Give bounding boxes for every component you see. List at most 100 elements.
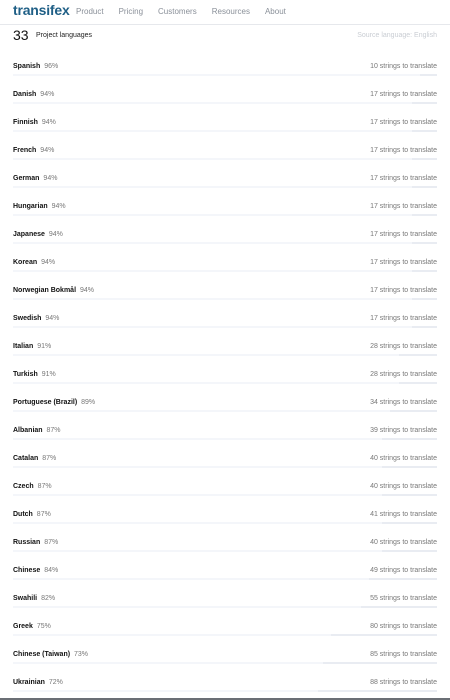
language-name[interactable]: Chinese	[13, 567, 40, 574]
language-name[interactable]: Hungarian	[13, 203, 48, 210]
strings-to-translate[interactable]: 10 strings to translate	[370, 63, 437, 70]
language-label: Ukrainian 72%	[13, 679, 63, 686]
language-label: Italian 91%	[13, 343, 51, 350]
language-percent: 72%	[48, 679, 63, 686]
strings-to-translate[interactable]: 39 strings to translate	[370, 427, 437, 434]
strings-to-translate[interactable]: 88 strings to translate	[370, 679, 437, 686]
language-name[interactable]: Japanese	[13, 231, 45, 238]
language-row[interactable]: Hungarian 94% 17 strings to translate	[0, 193, 450, 221]
language-name[interactable]: Portuguese (Brazil)	[13, 399, 77, 406]
strings-to-translate[interactable]: 17 strings to translate	[370, 203, 437, 210]
nav-link-product[interactable]: Product	[76, 7, 104, 16]
language-row[interactable]: Spanish 96% 10 strings to translate	[0, 53, 450, 81]
language-row[interactable]: Japanese 94% 17 strings to translate	[0, 221, 450, 249]
nav-link-about[interactable]: About	[265, 7, 286, 16]
language-name[interactable]: German	[13, 175, 39, 182]
strings-to-translate[interactable]: 17 strings to translate	[370, 259, 437, 266]
language-row[interactable]: Italian 91% 28 strings to translate	[0, 333, 450, 361]
language-name[interactable]: Finnish	[13, 119, 38, 126]
strings-to-translate[interactable]: 17 strings to translate	[370, 91, 437, 98]
transifex-logo[interactable]: transifex	[13, 2, 70, 18]
language-row[interactable]: German 94% 17 strings to translate	[0, 165, 450, 193]
language-count-label: Project languages	[36, 32, 93, 39]
nav-link-pricing[interactable]: Pricing	[119, 7, 143, 16]
strings-to-translate[interactable]: 40 strings to translate	[370, 455, 437, 462]
language-percent: 94%	[41, 119, 56, 126]
progress-bar	[13, 606, 437, 608]
progress-bar-fill	[13, 382, 399, 384]
language-name[interactable]: Albanian	[13, 427, 43, 434]
language-percent: 94%	[41, 259, 56, 266]
language-name[interactable]: Greek	[13, 623, 33, 630]
language-percent: 94%	[48, 231, 63, 238]
language-name[interactable]: Danish	[13, 91, 36, 98]
strings-to-translate[interactable]: 41 strings to translate	[370, 511, 437, 518]
language-name[interactable]: Norwegian Bokmål	[13, 287, 76, 294]
progress-bar-fill	[13, 214, 412, 216]
language-percent: 87%	[42, 455, 57, 462]
language-name[interactable]: Dutch	[13, 511, 33, 518]
language-row[interactable]: Norwegian Bokmål 94% 17 strings to transl…	[0, 277, 450, 305]
language-row[interactable]: Greek 75% 80 strings to translate	[0, 613, 450, 641]
progress-bar	[13, 130, 437, 132]
language-row[interactable]: Chinese (Taiwan) 73% 85 strings to transl…	[0, 641, 450, 669]
nav-link-customers[interactable]: Customers	[158, 7, 197, 16]
language-row[interactable]: Korean 94% 17 strings to translate	[0, 249, 450, 277]
nav-link-resources[interactable]: Resources	[212, 7, 250, 16]
progress-bar-fill	[13, 606, 361, 608]
language-row[interactable]: Russian 87% 40 strings to translate	[0, 529, 450, 557]
strings-to-translate[interactable]: 17 strings to translate	[370, 175, 437, 182]
language-name[interactable]: Turkish	[13, 371, 38, 378]
language-row[interactable]: Swedish 94% 17 strings to translate	[0, 305, 450, 333]
language-name[interactable]: Swedish	[13, 315, 41, 322]
strings-to-translate[interactable]: 55 strings to translate	[370, 595, 437, 602]
language-row[interactable]: French 94% 17 strings to translate	[0, 137, 450, 165]
strings-to-translate[interactable]: 40 strings to translate	[370, 483, 437, 490]
progress-bar-fill	[13, 410, 391, 412]
language-row[interactable]: Czech 87% 40 strings to translate	[0, 473, 450, 501]
progress-bar-fill	[13, 74, 421, 76]
language-row[interactable]: Portuguese (Brazil) 89% 34 strings to tra…	[0, 389, 450, 417]
language-row[interactable]: Catalan 87% 40 strings to translate	[0, 445, 450, 473]
language-row[interactable]: Turkish 91% 28 strings to translate	[0, 361, 450, 389]
language-name[interactable]: Spanish	[13, 63, 40, 70]
progress-bar	[13, 438, 437, 440]
language-row[interactable]: Danish 94% 17 strings to translate	[0, 81, 450, 109]
language-row[interactable]: Dutch 87% 41 strings to translate	[0, 501, 450, 529]
progress-bar	[13, 242, 437, 244]
strings-to-translate[interactable]: 28 strings to translate	[370, 343, 437, 350]
strings-to-translate[interactable]: 17 strings to translate	[370, 231, 437, 238]
language-name[interactable]: Czech	[13, 483, 34, 490]
strings-to-translate[interactable]: 34 strings to translate	[370, 399, 437, 406]
strings-to-translate[interactable]: 85 strings to translate	[370, 651, 437, 658]
language-label: Korean 94%	[13, 259, 55, 266]
strings-to-translate[interactable]: 49 strings to translate	[370, 567, 437, 574]
language-name[interactable]: French	[13, 147, 36, 154]
language-label: German 94%	[13, 175, 57, 182]
language-row[interactable]: Chinese 84% 49 strings to translate	[0, 557, 450, 585]
strings-to-translate[interactable]: 17 strings to translate	[370, 287, 437, 294]
language-row[interactable]: Swahili 82% 55 strings to translate	[0, 585, 450, 613]
language-name[interactable]: Korean	[13, 259, 37, 266]
language-name[interactable]: Italian	[13, 343, 33, 350]
language-row[interactable]: Finnish 94% 17 strings to translate	[0, 109, 450, 137]
strings-to-translate[interactable]: 28 strings to translate	[370, 371, 437, 378]
strings-to-translate[interactable]: 40 strings to translate	[370, 539, 437, 546]
language-name[interactable]: Chinese (Taiwan)	[13, 651, 70, 658]
language-row[interactable]: Ukrainian 72% 88 strings to translate	[0, 669, 450, 697]
language-label: Spanish 96%	[13, 63, 58, 70]
language-name[interactable]: Russian	[13, 539, 40, 546]
strings-to-translate[interactable]: 80 strings to translate	[370, 623, 437, 630]
strings-to-translate[interactable]: 17 strings to translate	[370, 315, 437, 322]
progress-bar	[13, 270, 437, 272]
language-name[interactable]: Ukrainian	[13, 679, 45, 686]
language-row[interactable]: Albanian 87% 39 strings to translate	[0, 417, 450, 445]
language-percent: 87%	[37, 483, 52, 490]
strings-to-translate[interactable]: 17 strings to translate	[370, 119, 437, 126]
language-label: Hungarian 94%	[13, 203, 66, 210]
progress-bar	[13, 522, 437, 524]
strings-to-translate[interactable]: 17 strings to translate	[370, 147, 437, 154]
progress-bar	[13, 466, 437, 468]
language-name[interactable]: Swahili	[13, 595, 37, 602]
language-name[interactable]: Catalan	[13, 455, 38, 462]
